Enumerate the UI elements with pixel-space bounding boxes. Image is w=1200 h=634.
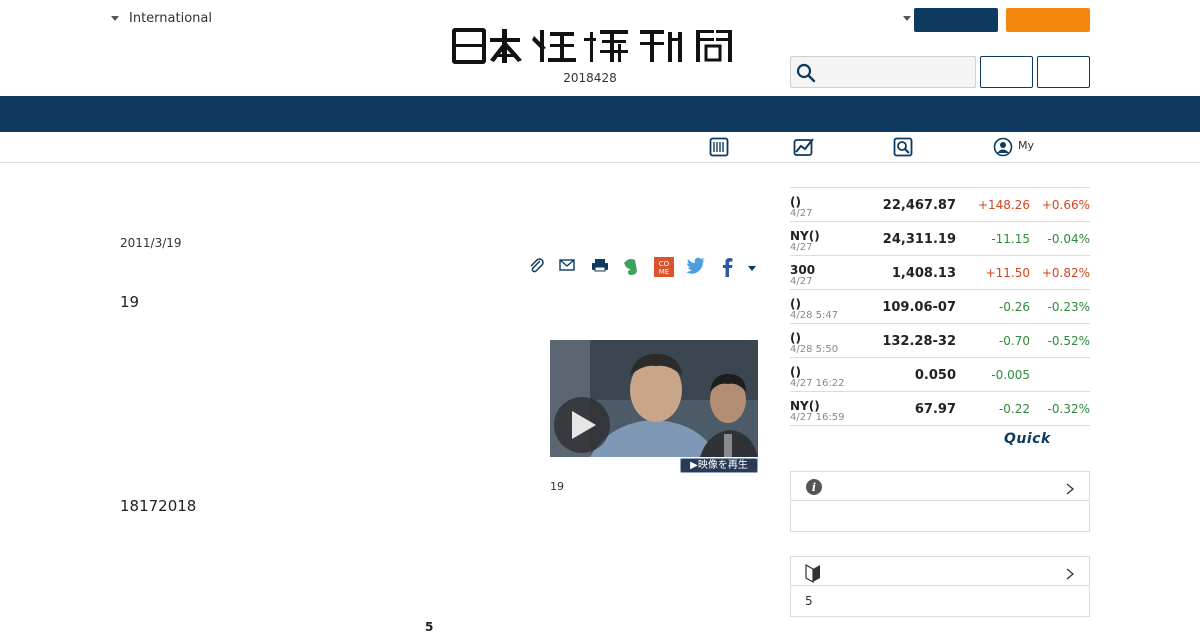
market-name: () xyxy=(790,297,801,311)
market-value: 24,311.19 xyxy=(882,232,956,247)
chevron-right-icon xyxy=(1065,480,1075,499)
svg-text:CO: CO xyxy=(659,260,670,268)
market-change: -11.15 xyxy=(991,232,1030,246)
clip-icon[interactable] xyxy=(528,257,546,279)
beginner-icon xyxy=(805,563,821,587)
market-name: NY() xyxy=(790,229,820,243)
print-icon[interactable] xyxy=(590,257,610,279)
header-date: 2018428 xyxy=(563,71,617,85)
article-body-line: 18172018 xyxy=(120,497,197,515)
market-time: 4/27 16:59 xyxy=(790,412,845,423)
market-row[interactable]: () 4/27 16:22 0.050 -0.005 xyxy=(790,358,1090,392)
market-change: +148.26 xyxy=(977,198,1030,212)
market-name: () xyxy=(790,331,801,345)
market-change: -0.70 xyxy=(998,334,1030,348)
market-row[interactable]: () 4/27 22,467.87 +148.26 +0.66% xyxy=(790,188,1090,222)
market-percent: -0.32% xyxy=(1047,402,1090,416)
market-time: 4/28 5:50 xyxy=(790,344,839,355)
register-button[interactable] xyxy=(1037,56,1090,88)
article-bottom-fragment: 5 xyxy=(425,620,434,634)
svg-text:i: i xyxy=(812,481,816,494)
magnifier-icon[interactable] xyxy=(893,137,913,161)
chevron-down-icon xyxy=(111,16,119,21)
evernote-icon[interactable] xyxy=(622,257,640,281)
market-row[interactable]: 300 4/27 1,408.13 +11.50 +0.82% xyxy=(790,256,1090,290)
article-date: 2011/3/19 xyxy=(120,236,182,250)
chevron-down-icon[interactable] xyxy=(748,266,756,271)
market-percent: +0.82% xyxy=(1041,266,1090,280)
market-table: () 4/27 22,467.87 +148.26 +0.66% NY() 4/27 24,3… xyxy=(790,187,1090,426)
market-name: () xyxy=(790,365,801,379)
market-value: 132.28-32 xyxy=(882,334,956,349)
edition-label: International xyxy=(129,11,212,26)
video-thumbnail[interactable] xyxy=(550,340,758,457)
market-row[interactable]: () 4/28 5:47 109.06-07 -0.26 -0.23% xyxy=(790,290,1090,324)
market-row[interactable]: NY() 4/27 16:59 67.97 -0.22 -0.32% xyxy=(790,392,1090,426)
newspaper-icon[interactable] xyxy=(709,137,729,161)
market-percent: +0.66% xyxy=(1041,198,1090,212)
sub-nav: My xyxy=(0,132,1200,163)
svg-text:ME: ME xyxy=(659,268,669,276)
edition-selector[interactable]: International xyxy=(111,11,212,26)
beginner-box-header[interactable] xyxy=(791,557,1089,586)
market-value: 1,408.13 xyxy=(891,266,956,281)
trial-button[interactable] xyxy=(1006,8,1090,32)
search-icon xyxy=(796,63,816,83)
beginner-box: 5 xyxy=(790,556,1090,617)
market-value: 22,467.87 xyxy=(882,198,956,213)
info-icon: i xyxy=(805,478,823,500)
site-header: International 2018428 xyxy=(0,0,1200,96)
article-lead: 19 xyxy=(120,293,140,311)
info-box: i xyxy=(790,471,1090,532)
market-time: 4/27 xyxy=(790,208,813,219)
market-row[interactable]: () 4/28 5:50 132.28-32 -0.70 -0.52% xyxy=(790,324,1090,358)
video-play-badge[interactable]: ▶映像を再生 xyxy=(680,458,758,473)
market-time: 4/27 xyxy=(790,276,813,287)
market-change: -0.005 xyxy=(991,368,1030,382)
video-still xyxy=(550,340,758,457)
facebook-icon[interactable] xyxy=(720,257,734,281)
market-name: NY() xyxy=(790,399,820,413)
market-percent: -0.23% xyxy=(1047,300,1090,314)
market-percent: -0.52% xyxy=(1047,334,1090,348)
chart-icon[interactable] xyxy=(793,137,815,161)
market-value: 109.06-07 xyxy=(882,300,956,315)
search-input[interactable] xyxy=(790,56,976,88)
twitter-icon[interactable] xyxy=(686,257,706,279)
mail-icon[interactable] xyxy=(558,257,576,279)
market-change: -0.26 xyxy=(998,300,1030,314)
info-box-header[interactable]: i xyxy=(791,472,1089,501)
login-button[interactable] xyxy=(980,56,1033,88)
market-value: 67.97 xyxy=(914,402,956,417)
come-icon[interactable]: CO ME xyxy=(654,257,674,281)
chevron-right-icon xyxy=(1065,565,1075,584)
site-logo[interactable] xyxy=(450,24,750,68)
my-page-label[interactable]: My xyxy=(1018,139,1034,152)
user-icon[interactable] xyxy=(993,137,1013,161)
market-time: 4/27 16:22 xyxy=(790,378,845,389)
subscribe-button[interactable] xyxy=(914,8,998,32)
market-value: 0.050 xyxy=(914,368,956,383)
video-caption: 19 xyxy=(550,480,564,493)
market-name: () xyxy=(790,195,801,209)
market-time: 4/28 5:47 xyxy=(790,310,839,321)
market-percent: -0.04% xyxy=(1047,232,1090,246)
market-change: +11.50 xyxy=(985,266,1030,280)
logo-mark xyxy=(452,28,732,64)
info-box-body xyxy=(791,501,1089,532)
market-row[interactable]: NY() 4/27 24,311.19 -11.15 -0.04% xyxy=(790,222,1090,256)
market-time: 4/27 xyxy=(790,242,813,253)
market-name: 300 xyxy=(790,263,816,277)
quick-logo[interactable]: Quick xyxy=(1004,431,1051,447)
main-nav xyxy=(0,96,1200,132)
market-change: -0.22 xyxy=(998,402,1030,416)
chevron-down-icon[interactable] xyxy=(903,16,911,21)
beginner-box-body: 5 xyxy=(805,594,813,608)
